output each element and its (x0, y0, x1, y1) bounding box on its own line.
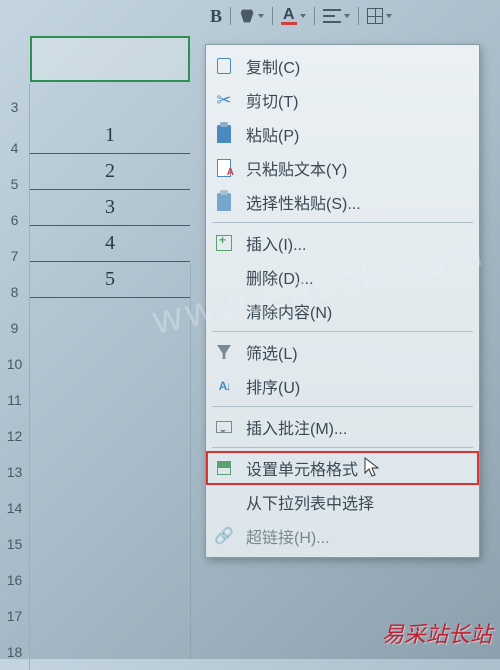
cursor-icon (364, 457, 380, 479)
menu-label: 插入(I)... (246, 231, 306, 255)
link-icon: 🔗 (212, 524, 236, 548)
clear-icon (212, 299, 236, 323)
row-header[interactable]: 4 (0, 130, 30, 166)
formatting-toolbar: B A (200, 0, 500, 32)
row-header[interactable]: 13 (0, 454, 30, 490)
copy-icon (212, 54, 236, 78)
menu-clear[interactable]: 清除内容(N) (206, 294, 479, 328)
row-header[interactable]: 15 (0, 526, 30, 562)
font-color-icon: A (281, 8, 297, 25)
format-icon (212, 456, 236, 480)
align-button[interactable] (319, 7, 354, 25)
menu-paste[interactable]: 粘贴(P) (206, 117, 479, 151)
menu-divider (212, 406, 473, 407)
sort-icon: A↓ (212, 374, 236, 398)
filter-icon (212, 340, 236, 364)
row-header[interactable]: 8 (0, 274, 30, 310)
row-header[interactable]: 14 (0, 490, 30, 526)
borders-icon (367, 8, 383, 24)
paste-text-icon (212, 156, 236, 180)
borders-button[interactable] (363, 6, 396, 26)
row-header[interactable]: 11 (0, 382, 30, 418)
chevron-down-icon (258, 14, 264, 18)
chevron-down-icon (344, 14, 350, 18)
bold-icon: B (210, 6, 222, 27)
menu-cut[interactable]: ✂ 剪切(T) (206, 83, 479, 117)
menu-divider (212, 222, 473, 223)
comment-icon (212, 415, 236, 439)
row-header[interactable]: 5 (0, 166, 30, 202)
menu-format-cells[interactable]: 设置单元格格式 (206, 451, 479, 485)
menu-label: 粘贴(P) (246, 122, 299, 146)
separator (272, 7, 273, 25)
paste-special-icon (212, 190, 236, 214)
menu-label: 筛选(L) (246, 340, 298, 364)
row-header[interactable]: 7 (0, 238, 30, 274)
menu-copy[interactable]: 复制(C) (206, 49, 479, 83)
menu-paste-special[interactable]: 选择性粘贴(S)... (206, 185, 479, 219)
dropdown-icon (212, 490, 236, 514)
chevron-down-icon (386, 14, 392, 18)
bold-button[interactable]: B (206, 4, 226, 29)
menu-paste-text[interactable]: 只粘贴文本(Y) (206, 151, 479, 185)
chevron-down-icon (300, 14, 306, 18)
row-headers: 3 4 5 6 7 8 9 10 11 12 13 14 15 16 17 18 (0, 84, 30, 670)
menu-label: 设置单元格格式 (246, 456, 358, 480)
paste-icon (212, 122, 236, 146)
row-header[interactable]: 6 (0, 202, 30, 238)
bucket-icon (239, 8, 255, 24)
watermark-text: 易采站长站 (382, 617, 492, 649)
menu-from-dropdown[interactable]: 从下拉列表中选择 (206, 485, 479, 519)
menu-divider (212, 447, 473, 448)
menu-label: 只粘贴文本(Y) (246, 156, 347, 180)
menu-label: 插入批注(M)... (246, 415, 347, 439)
menu-delete[interactable]: 删除(D)... (206, 260, 479, 294)
selected-cell[interactable] (30, 36, 190, 82)
row-header[interactable]: 3 (0, 84, 30, 130)
menu-label: 复制(C) (246, 54, 300, 78)
row-header[interactable]: 17 (0, 598, 30, 634)
delete-icon (212, 265, 236, 289)
context-menu: 复制(C) ✂ 剪切(T) 粘贴(P) 只粘贴文本(Y) 选择性粘贴(S)...… (205, 44, 480, 558)
menu-insert[interactable]: 插入(I)... (206, 226, 479, 260)
menu-label: 剪切(T) (246, 88, 298, 112)
row-header[interactable]: 16 (0, 562, 30, 598)
align-icon (323, 9, 341, 23)
menu-hyperlink[interactable]: 🔗 超链接(H)... (206, 519, 479, 553)
menu-sort[interactable]: A↓ 排序(U) (206, 369, 479, 403)
menu-filter[interactable]: 筛选(L) (206, 335, 479, 369)
menu-insert-comment[interactable]: 插入批注(M)... (206, 410, 479, 444)
menu-label: 排序(U) (246, 374, 300, 398)
cut-icon: ✂ (212, 88, 236, 112)
separator (230, 7, 231, 25)
insert-icon (212, 231, 236, 255)
menu-label: 超链接(H)... (246, 524, 330, 548)
fill-color-button[interactable] (235, 6, 268, 26)
row-header[interactable]: 12 (0, 418, 30, 454)
menu-label: 删除(D)... (246, 265, 314, 289)
menu-label: 从下拉列表中选择 (246, 490, 374, 514)
menu-divider (212, 331, 473, 332)
row-header[interactable]: 9 (0, 310, 30, 346)
menu-label: 清除内容(N) (246, 299, 332, 323)
separator (314, 7, 315, 25)
font-color-button[interactable]: A (277, 6, 310, 27)
row-header[interactable]: 10 (0, 346, 30, 382)
separator (358, 7, 359, 25)
gridlines (30, 84, 205, 659)
row-header[interactable]: 18 (0, 634, 30, 670)
menu-label: 选择性粘贴(S)... (246, 190, 361, 214)
